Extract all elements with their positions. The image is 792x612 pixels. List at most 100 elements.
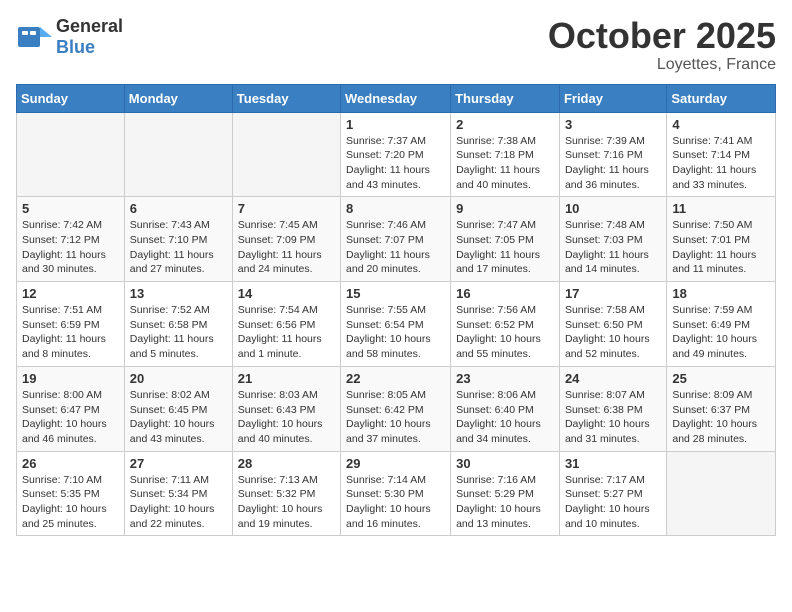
- weekday-header-sunday: Sunday: [17, 84, 125, 112]
- calendar-cell: 29Sunrise: 7:14 AMSunset: 5:30 PMDayligh…: [341, 451, 451, 536]
- calendar-cell: 18Sunrise: 7:59 AMSunset: 6:49 PMDayligh…: [667, 282, 776, 367]
- calendar-cell: 10Sunrise: 7:48 AMSunset: 7:03 PMDayligh…: [559, 197, 666, 282]
- weekday-header-friday: Friday: [559, 84, 666, 112]
- day-number: 28: [238, 456, 335, 471]
- calendar-cell: 12Sunrise: 7:51 AMSunset: 6:59 PMDayligh…: [17, 282, 125, 367]
- day-number: 4: [672, 117, 770, 132]
- logo: General Blue: [16, 16, 123, 58]
- day-number: 13: [130, 286, 227, 301]
- day-number: 1: [346, 117, 445, 132]
- day-number: 5: [22, 201, 119, 216]
- calendar-week-3: 12Sunrise: 7:51 AMSunset: 6:59 PMDayligh…: [17, 282, 776, 367]
- day-number: 12: [22, 286, 119, 301]
- day-info: Sunrise: 7:10 AMSunset: 5:35 PMDaylight:…: [22, 473, 119, 532]
- calendar-cell: 27Sunrise: 7:11 AMSunset: 5:34 PMDayligh…: [124, 451, 232, 536]
- day-number: 19: [22, 371, 119, 386]
- day-number: 3: [565, 117, 661, 132]
- location-title: Loyettes, France: [548, 56, 776, 74]
- title-area: October 2025 Loyettes, France: [548, 16, 776, 74]
- day-number: 24: [565, 371, 661, 386]
- calendar-cell: 13 Sunrise: 7:52 AMSunset: 6:58 PMDayligh…: [124, 282, 232, 367]
- day-number: 8: [346, 201, 445, 216]
- day-number: 30: [456, 456, 554, 471]
- calendar-cell: 11 Sunrise: 7:50 AMSunset: 7:01 PMDayligh…: [667, 197, 776, 282]
- day-number: 22: [346, 371, 445, 386]
- month-title: October 2025: [548, 16, 776, 56]
- calendar-cell: [232, 112, 340, 197]
- calendar-cell: 17 Sunrise: 7:58 AMSunset: 6:50 PMDayligh…: [559, 282, 666, 367]
- calendar-cell: 5 Sunrise: 7:42 AMSunset: 7:12 PMDaylight…: [17, 197, 125, 282]
- calendar-week-1: 1 Sunrise: 7:37 AMSunset: 7:20 PMDaylight…: [17, 112, 776, 197]
- day-number: 26: [22, 456, 119, 471]
- calendar-cell: [667, 451, 776, 536]
- calendar-cell: 1 Sunrise: 7:37 AMSunset: 7:20 PMDaylight…: [341, 112, 451, 197]
- day-number: 23: [456, 371, 554, 386]
- weekday-header-tuesday: Tuesday: [232, 84, 340, 112]
- calendar-cell: 23 Sunrise: 8:06 AMSunset: 6:40 PMDayligh…: [451, 366, 560, 451]
- day-number: 20: [130, 371, 227, 386]
- day-info: Sunrise: 7:54 AMSunset: 6:56 PMDaylight:…: [238, 303, 335, 362]
- calendar-cell: 31Sunrise: 7:17 AMSunset: 5:27 PMDayligh…: [559, 451, 666, 536]
- weekday-header-monday: Monday: [124, 84, 232, 112]
- day-number: 18: [672, 286, 770, 301]
- day-info: Sunrise: 7:46 AMSunset: 7:07 PMDaylight:…: [346, 218, 445, 277]
- day-info: Sunrise: 7:52 AMSunset: 6:58 PMDaylight:…: [130, 303, 227, 362]
- calendar-cell: [17, 112, 125, 197]
- calendar-cell: 20 Sunrise: 8:02 AMSunset: 6:45 PMDayligh…: [124, 366, 232, 451]
- day-info: Sunrise: 7:39 AMSunset: 7:16 PMDaylight:…: [565, 134, 661, 193]
- day-number: 9: [456, 201, 554, 216]
- calendar-cell: 16 Sunrise: 7:56 AMSunset: 6:52 PMDayligh…: [451, 282, 560, 367]
- weekday-header-wednesday: Wednesday: [341, 84, 451, 112]
- day-number: 14: [238, 286, 335, 301]
- day-number: 31: [565, 456, 661, 471]
- day-info: Sunrise: 8:00 AMSunset: 6:47 PMDaylight:…: [22, 388, 119, 447]
- day-info: Sunrise: 7:37 AMSunset: 7:20 PMDaylight:…: [346, 134, 445, 193]
- day-info: Sunrise: 7:45 AMSunset: 7:09 PMDaylight:…: [238, 218, 335, 277]
- calendar-cell: 14 Sunrise: 7:54 AMSunset: 6:56 PMDayligh…: [232, 282, 340, 367]
- day-info: Sunrise: 7:43 AMSunset: 7:10 PMDaylight:…: [130, 218, 227, 277]
- calendar-cell: 15Sunrise: 7:55 AMSunset: 6:54 PMDayligh…: [341, 282, 451, 367]
- weekday-header-saturday: Saturday: [667, 84, 776, 112]
- calendar-week-5: 26 Sunrise: 7:10 AMSunset: 5:35 PMDayligh…: [17, 451, 776, 536]
- day-number: 21: [238, 371, 335, 386]
- day-info: Sunrise: 7:42 AMSunset: 7:12 PMDaylight:…: [22, 218, 119, 277]
- calendar-cell: 7 Sunrise: 7:45 AMSunset: 7:09 PMDaylight…: [232, 197, 340, 282]
- day-info: Sunrise: 8:09 AMSunset: 6:37 PMDaylight:…: [672, 388, 770, 447]
- calendar-cell: 19 Sunrise: 8:00 AMSunset: 6:47 PMDayligh…: [17, 366, 125, 451]
- day-number: 11: [672, 201, 770, 216]
- day-info: Sunrise: 8:06 AMSunset: 6:40 PMDaylight:…: [456, 388, 554, 447]
- day-info: Sunrise: 8:05 AMSunset: 6:42 PMDaylight:…: [346, 388, 445, 447]
- calendar-cell: 25 Sunrise: 8:09 AMSunset: 6:37 PMDayligh…: [667, 366, 776, 451]
- day-info: Sunrise: 8:03 AMSunset: 6:43 PMDaylight:…: [238, 388, 335, 447]
- day-info: Sunrise: 7:48 AMSunset: 7:03 PMDaylight:…: [565, 218, 661, 277]
- page-header: General Blue October 2025 Loyettes, Fran…: [16, 16, 776, 74]
- calendar-week-4: 19 Sunrise: 8:00 AMSunset: 6:47 PMDayligh…: [17, 366, 776, 451]
- day-info: Sunrise: 7:16 AMSunset: 5:29 PMDaylight:…: [456, 473, 554, 532]
- calendar-cell: 8 Sunrise: 7:46 AMSunset: 7:07 PMDaylight…: [341, 197, 451, 282]
- logo-icon: [16, 19, 52, 55]
- calendar-cell: 6Sunrise: 7:43 AMSunset: 7:10 PMDaylight…: [124, 197, 232, 282]
- calendar-cell: 30 Sunrise: 7:16 AMSunset: 5:29 PMDayligh…: [451, 451, 560, 536]
- day-info: Sunrise: 7:47 AMSunset: 7:05 PMDaylight:…: [456, 218, 554, 277]
- day-info: Sunrise: 8:07 AMSunset: 6:38 PMDaylight:…: [565, 388, 661, 447]
- calendar-cell: 24 Sunrise: 8:07 AMSunset: 6:38 PMDayligh…: [559, 366, 666, 451]
- logo-general: General: [56, 16, 123, 36]
- day-number: 17: [565, 286, 661, 301]
- day-info: Sunrise: 7:58 AMSunset: 6:50 PMDaylight:…: [565, 303, 661, 362]
- day-info: Sunrise: 7:13 AMSunset: 5:32 PMDaylight:…: [238, 473, 335, 532]
- day-number: 25: [672, 371, 770, 386]
- calendar-cell: 28 Sunrise: 7:13 AMSunset: 5:32 PMDayligh…: [232, 451, 340, 536]
- day-info: Sunrise: 7:14 AMSunset: 5:30 PMDaylight:…: [346, 473, 445, 532]
- day-info: Sunrise: 7:55 AMSunset: 6:54 PMDaylight:…: [346, 303, 445, 362]
- day-number: 7: [238, 201, 335, 216]
- day-number: 16: [456, 286, 554, 301]
- calendar-cell: 4Sunrise: 7:41 AMSunset: 7:14 PMDaylight…: [667, 112, 776, 197]
- calendar-cell: 22 Sunrise: 8:05 AMSunset: 6:42 PMDayligh…: [341, 366, 451, 451]
- day-info: Sunrise: 7:56 AMSunset: 6:52 PMDaylight:…: [456, 303, 554, 362]
- day-info: Sunrise: 8:02 AMSunset: 6:45 PMDaylight:…: [130, 388, 227, 447]
- calendar-cell: 21 Sunrise: 8:03 AMSunset: 6:43 PMDayligh…: [232, 366, 340, 451]
- calendar-cell: 2Sunrise: 7:38 AMSunset: 7:18 PMDaylight…: [451, 112, 560, 197]
- calendar-table: SundayMondayTuesdayWednesdayThursdayFrid…: [16, 84, 776, 537]
- weekday-header-row: SundayMondayTuesdayWednesdayThursdayFrid…: [17, 84, 776, 112]
- day-info: Sunrise: 7:50 AMSunset: 7:01 PMDaylight:…: [672, 218, 770, 277]
